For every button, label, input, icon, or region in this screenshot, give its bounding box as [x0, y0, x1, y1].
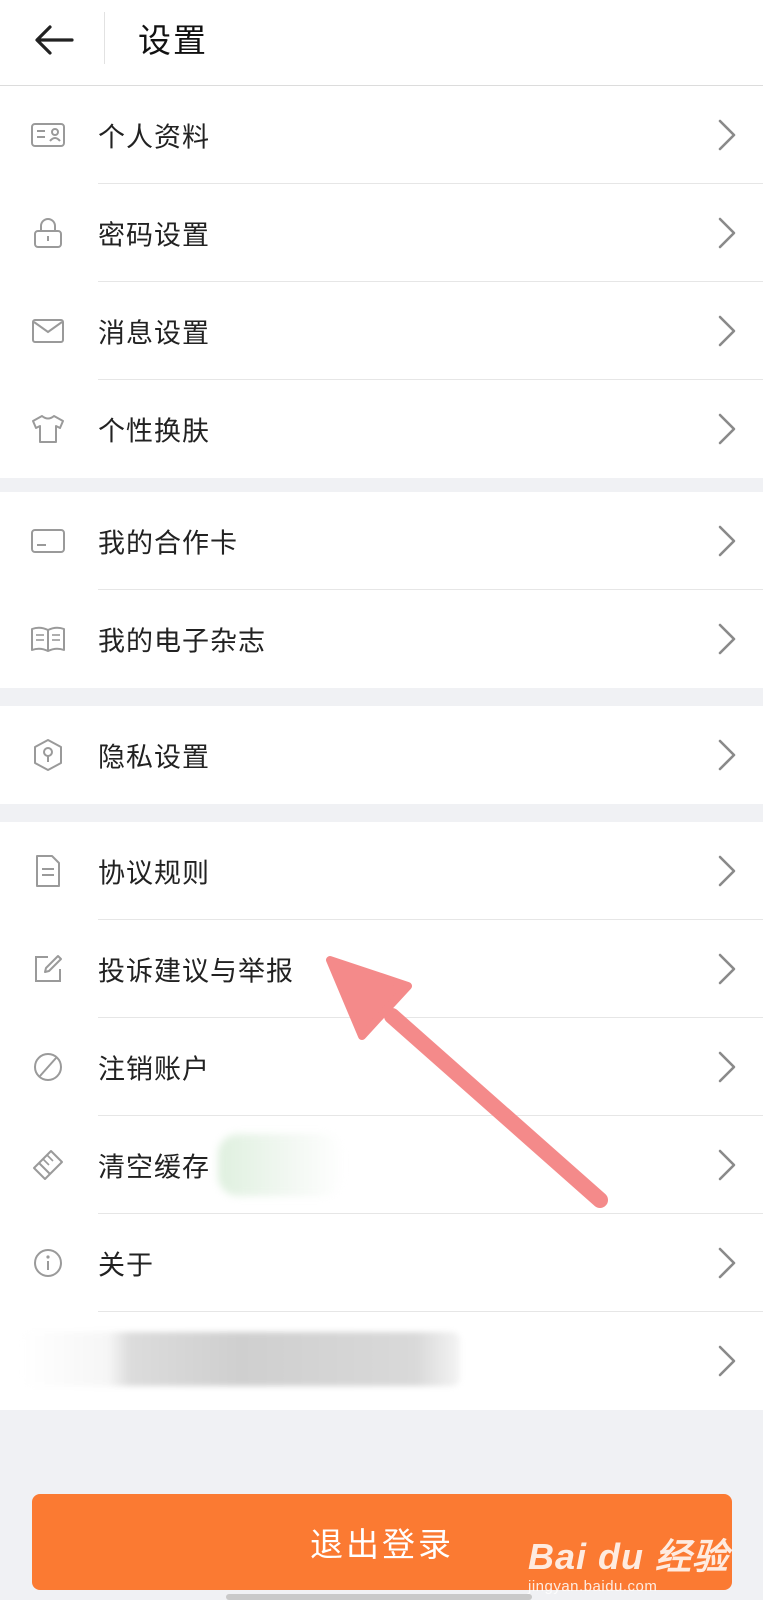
blurred-content — [20, 1332, 460, 1386]
settings-item-label: 注销账户 — [98, 1054, 210, 1086]
chevron-right-icon — [718, 623, 736, 655]
privacy-shield-icon — [30, 737, 66, 773]
chevron-right-icon — [718, 953, 736, 985]
settings-group-other: 协议规则 投诉建议与举报 注销账户 清空缓存 关于 — [0, 822, 763, 1410]
edit-icon — [30, 951, 66, 987]
top-bar: 设置 — [0, 0, 763, 86]
watermark-site: jingyan.baidu.com — [527, 1578, 658, 1595]
settings-item-clear-cache[interactable]: 清空缓存 — [0, 1116, 763, 1214]
chevron-right-icon — [718, 739, 736, 771]
blurred-cache-size — [218, 1134, 344, 1196]
settings-group-privacy: 隐私设置 — [0, 706, 763, 804]
settings-item-messages[interactable]: 消息设置 — [0, 282, 763, 380]
profile-card-icon — [30, 117, 66, 153]
settings-item-agreement[interactable]: 协议规则 — [0, 822, 763, 920]
chevron-right-icon — [718, 855, 736, 887]
settings-page: 设置 个人资料 密码设置 消息设置 个性换肤 我的合作卡 我的电子杂志 隐私设置… — [0, 0, 763, 1600]
envelope-icon — [30, 313, 66, 349]
settings-item-magazine[interactable]: 我的电子杂志 — [0, 590, 763, 688]
info-icon — [30, 1245, 66, 1281]
settings-item-label: 隐私设置 — [98, 742, 210, 774]
chevron-right-icon — [718, 1149, 736, 1181]
prohibit-icon — [30, 1049, 66, 1085]
settings-item-label: 清空缓存 — [98, 1152, 210, 1184]
settings-item-label: 密码设置 — [98, 220, 210, 252]
logout-label: 退出登录 — [310, 1525, 454, 1564]
settings-item-complaint[interactable]: 投诉建议与举报 — [0, 920, 763, 1018]
chevron-right-icon — [718, 1345, 736, 1377]
settings-item-label: 我的电子杂志 — [98, 626, 266, 658]
chevron-right-icon — [718, 525, 736, 557]
settings-item-password[interactable]: 密码设置 — [0, 184, 763, 282]
settings-item-blurred[interactable] — [0, 1312, 763, 1410]
settings-item-partner-card[interactable]: 我的合作卡 — [0, 492, 763, 590]
back-button[interactable] — [22, 10, 86, 70]
broom-icon — [30, 1147, 66, 1183]
settings-group-cards: 我的合作卡 我的电子杂志 — [0, 492, 763, 688]
chevron-right-icon — [718, 217, 736, 249]
settings-item-label: 协议规则 — [98, 858, 210, 890]
chevron-right-icon — [718, 413, 736, 445]
settings-item-label: 关于 — [98, 1250, 154, 1282]
settings-item-label: 投诉建议与举报 — [98, 956, 294, 988]
watermark: Bai du 经验 jingyan.baidu.com — [528, 1528, 729, 1595]
settings-item-label: 我的合作卡 — [98, 528, 238, 560]
settings-item-skin[interactable]: 个性换肤 — [0, 380, 763, 478]
chevron-right-icon — [718, 315, 736, 347]
settings-item-label: 个人资料 — [98, 122, 210, 154]
watermark-brand: Bai du 经验 — [527, 1536, 729, 1577]
settings-item-profile[interactable]: 个人资料 — [0, 86, 763, 184]
lock-icon — [30, 215, 66, 251]
settings-item-delete-account[interactable]: 注销账户 — [0, 1018, 763, 1116]
book-icon — [30, 621, 66, 657]
header-divider — [104, 12, 105, 64]
settings-group-account: 个人资料 密码设置 消息设置 个性换肤 — [0, 86, 763, 478]
tshirt-icon — [30, 411, 66, 447]
home-indicator — [226, 1594, 532, 1600]
page-title: 设置 — [138, 21, 208, 60]
arrow-left-icon — [35, 25, 74, 55]
chevron-right-icon — [718, 1247, 736, 1279]
settings-item-label: 个性换肤 — [98, 416, 210, 448]
card-icon — [30, 523, 66, 559]
settings-item-about[interactable]: 关于 — [0, 1214, 763, 1312]
chevron-right-icon — [718, 1051, 736, 1083]
document-icon — [30, 853, 66, 889]
settings-item-label: 消息设置 — [98, 318, 210, 350]
chevron-right-icon — [718, 119, 736, 151]
settings-item-privacy[interactable]: 隐私设置 — [0, 706, 763, 804]
